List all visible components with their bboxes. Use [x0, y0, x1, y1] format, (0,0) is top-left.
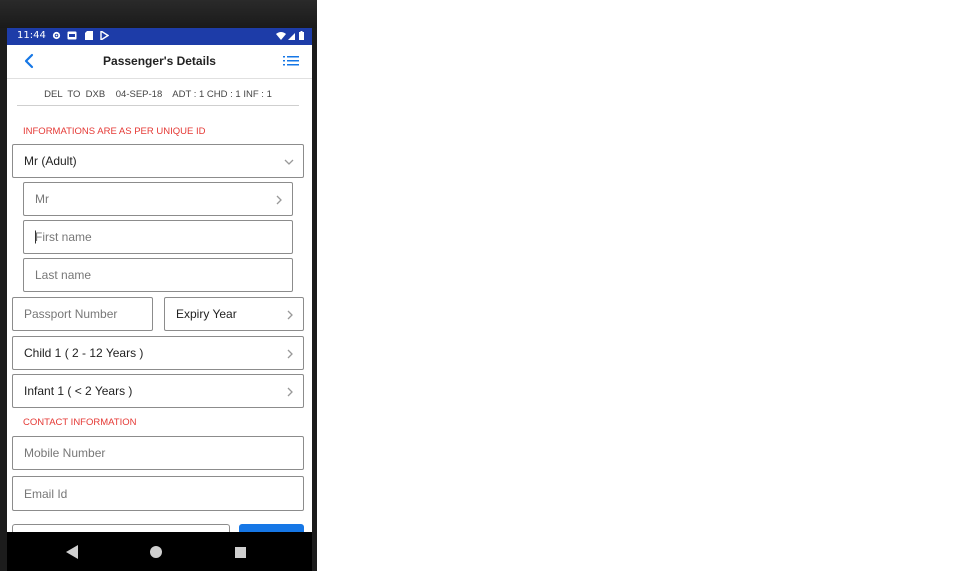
status-time: 11:44	[17, 30, 46, 41]
chevron-right-icon	[275, 194, 283, 205]
wifi-icon	[276, 32, 286, 40]
title-select[interactable]: Mr	[23, 182, 293, 216]
page-title: Passenger's Details	[103, 54, 216, 68]
passenger-type-value: Mr (Adult)	[24, 154, 77, 168]
home-icon[interactable]	[147, 543, 165, 561]
android-nav-bar	[7, 532, 312, 571]
status-right-icons	[276, 31, 306, 43]
mobile-number-placeholder: Mobile Number	[24, 446, 106, 460]
email-placeholder: Email Id	[24, 486, 68, 501]
chevron-right-icon	[286, 386, 294, 397]
infant-passenger-row[interactable]: Infant 1 ( < 2 Years )	[12, 374, 304, 408]
mobile-number-field[interactable]: Mobile Number	[12, 436, 304, 470]
status-bar: 11:44	[7, 28, 312, 45]
device-bezel	[0, 0, 317, 28]
infant-label: Infant 1 ( < 2 Years )	[24, 384, 133, 398]
sim-icon	[67, 31, 77, 40]
email-field[interactable]: Email Id	[12, 476, 304, 511]
list-icon[interactable]	[282, 53, 300, 69]
passenger-type-select[interactable]: Mr (Adult)	[12, 144, 304, 178]
app-screen: 11:44 Passenger's Details DEL TO DXB 04-…	[7, 28, 312, 532]
child-passenger-row[interactable]: Child 1 ( 2 - 12 Years )	[12, 336, 304, 370]
sd-card-icon	[84, 31, 93, 40]
play-store-icon	[100, 29, 110, 42]
child-label: Child 1 ( 2 - 12 Years )	[24, 346, 144, 360]
back-triangle-icon[interactable]	[63, 543, 81, 561]
passport-number-field[interactable]: Passport Number	[12, 297, 153, 331]
expiry-year-select[interactable]: Expiry Year	[164, 297, 304, 331]
recents-icon[interactable]	[231, 543, 249, 561]
title-value: Mr	[35, 192, 49, 206]
chevron-right-icon	[286, 309, 294, 320]
section-label-contact: CONTACT INFORMATION	[23, 417, 137, 428]
first-name-field[interactable]: First name	[23, 220, 293, 254]
passport-number-placeholder: Passport Number	[24, 307, 118, 321]
last-name-field[interactable]: Last name	[23, 258, 293, 292]
expiry-year-value: Expiry Year	[176, 307, 237, 321]
trip-summary: DEL TO DXB 04-SEP-18 ADT : 1 CHD : 1 INF…	[17, 89, 299, 106]
battery-icon	[299, 31, 304, 40]
chevron-down-icon	[284, 156, 294, 166]
partially-visible-field[interactable]	[12, 524, 230, 532]
signal-icon	[288, 33, 295, 40]
last-name-placeholder: Last name	[35, 268, 92, 282]
first-name-placeholder: First name	[35, 230, 92, 244]
app-bar: Passenger's Details	[7, 45, 312, 79]
partially-visible-button[interactable]	[239, 524, 304, 532]
chevron-right-icon	[286, 348, 294, 359]
gear-icon	[52, 31, 61, 40]
section-label-unique-id: INFORMATIONS ARE AS PER UNIQUE ID	[23, 126, 206, 137]
